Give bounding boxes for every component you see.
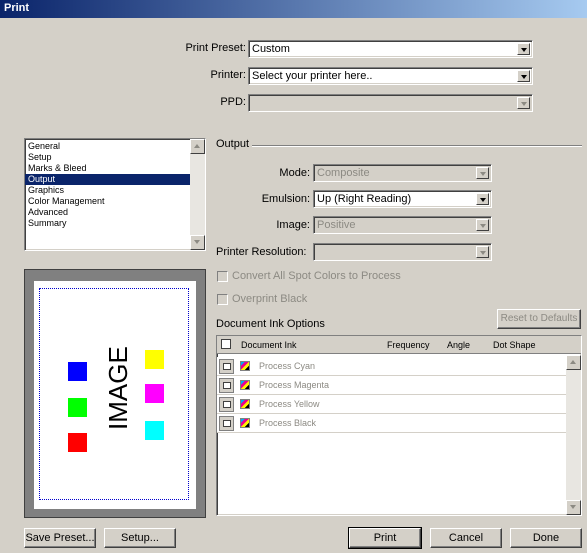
- ink-row[interactable]: Process Magenta: [217, 376, 566, 395]
- category-item-setup[interactable]: Setup: [25, 152, 205, 163]
- ink-row[interactable]: Process Black: [217, 414, 566, 433]
- chevron-down-icon[interactable]: [476, 193, 489, 205]
- chevron-down-icon: [476, 246, 489, 258]
- printer-value: Select your printer here..: [252, 70, 373, 82]
- chevron-down-icon: [476, 219, 489, 231]
- category-item-marks-bleed[interactable]: Marks & Bleed: [25, 163, 205, 174]
- scroll-up-icon[interactable]: [566, 355, 581, 370]
- ink-name: Process Magenta: [259, 380, 330, 390]
- reset-to-defaults-button: Reset to Defaults: [497, 309, 581, 329]
- col-dot-shape: Dot Shape: [493, 340, 536, 350]
- convert-spot-checkbox: [217, 271, 228, 282]
- swatch-magenta: [145, 384, 164, 403]
- process-ink-icon: [240, 361, 250, 371]
- printer-label: Printer:: [210, 69, 246, 81]
- output-divider: [252, 145, 582, 147]
- printer-icon: [223, 420, 231, 427]
- printer-select[interactable]: Select your printer here..: [248, 67, 533, 85]
- printer-resolution-label: Printer Resolution:: [216, 246, 307, 258]
- chevron-down-icon: [517, 97, 530, 109]
- convert-spot-label: Convert All Spot Colors to Process: [232, 270, 401, 282]
- printer-toggle-icon[interactable]: [219, 397, 234, 412]
- category-item-advanced[interactable]: Advanced: [25, 207, 205, 218]
- preview-image-label: IMAGE: [103, 346, 133, 430]
- chevron-down-icon[interactable]: [517, 70, 530, 82]
- swatch-red: [68, 433, 87, 452]
- emulsion-select[interactable]: Up (Right Reading): [313, 190, 492, 208]
- printer-resolution-select: [313, 243, 492, 261]
- image-select: Positive: [313, 216, 492, 234]
- printer-toggle-icon[interactable]: [219, 378, 234, 393]
- col-angle: Angle: [447, 340, 471, 350]
- ink-name: Process Cyan: [259, 361, 316, 371]
- swatch-blue: [68, 362, 87, 381]
- ink-name: Process Yellow: [259, 399, 320, 409]
- print-preset-label: Print Preset:: [185, 42, 246, 54]
- mode-label: Mode:: [279, 167, 310, 179]
- process-ink-icon: [240, 399, 250, 409]
- save-preset-button[interactable]: Save Preset...: [24, 528, 96, 548]
- printer-toggle-icon[interactable]: [219, 359, 234, 374]
- overprint-black-checkbox: [217, 294, 228, 305]
- col-frequency: Frequency: [387, 340, 430, 350]
- scroll-down-icon[interactable]: [190, 235, 205, 250]
- mode-select: Composite: [313, 164, 492, 182]
- category-item-output[interactable]: Output: [25, 174, 205, 185]
- emulsion-label: Emulsion:: [261, 193, 310, 205]
- setup-button[interactable]: Setup...: [104, 528, 176, 548]
- print-preset-value: Custom: [252, 43, 290, 55]
- printer-icon: [223, 363, 231, 370]
- ink-table[interactable]: Document Ink Frequency Angle Dot Shape P…: [216, 335, 582, 516]
- emulsion-value: Up (Right Reading): [317, 193, 412, 205]
- preview-page: IMAGE: [34, 281, 196, 509]
- chevron-down-icon[interactable]: [517, 43, 530, 55]
- printer-icon: [223, 401, 231, 408]
- category-item-color-management[interactable]: Color Management: [25, 196, 205, 207]
- swatch-green: [68, 398, 87, 417]
- printer-icon: [223, 382, 231, 389]
- output-section-title: Output: [216, 138, 250, 150]
- swatch-yellow: [145, 350, 164, 369]
- ppd-select: [248, 94, 533, 112]
- printer-toggle-icon[interactable]: [219, 416, 234, 431]
- image-label: Image:: [276, 219, 310, 231]
- ink-table-scrollbar[interactable]: [566, 355, 581, 515]
- category-item-summary[interactable]: Summary: [25, 218, 205, 229]
- process-ink-icon: [240, 380, 250, 390]
- category-list[interactable]: General Setup Marks & Bleed Output Graphics C…: [24, 138, 206, 251]
- ink-row[interactable]: Process Yellow: [217, 395, 566, 414]
- chevron-down-icon: [476, 167, 489, 179]
- ink-row[interactable]: Process Cyan: [217, 357, 566, 376]
- mode-value: Composite: [317, 167, 370, 179]
- category-scrollbar[interactable]: [190, 139, 205, 250]
- print-preview: IMAGE: [24, 269, 206, 518]
- image-value: Positive: [317, 219, 356, 231]
- window-title: Print: [4, 2, 30, 14]
- col-document-ink: Document Ink: [241, 340, 297, 350]
- ink-name: Process Black: [259, 418, 317, 428]
- ppd-label: PPD:: [220, 96, 246, 108]
- done-button[interactable]: Done: [510, 528, 582, 548]
- print-button[interactable]: Print: [348, 527, 422, 549]
- cancel-button[interactable]: Cancel: [430, 528, 502, 548]
- print-preset-select[interactable]: Custom: [248, 40, 533, 58]
- swatch-cyan: [145, 421, 164, 440]
- window-title-bar: Print: [0, 0, 587, 18]
- overprint-black-label: Overprint Black: [232, 293, 308, 305]
- ink-options-title: Document Ink Options: [216, 318, 325, 330]
- scroll-up-icon[interactable]: [190, 139, 205, 154]
- scroll-down-icon[interactable]: [566, 500, 581, 515]
- printer-icon: [221, 339, 231, 349]
- ink-table-header: Document Ink Frequency Angle Dot Shape: [217, 336, 581, 354]
- category-item-graphics[interactable]: Graphics: [25, 185, 205, 196]
- category-item-general[interactable]: General: [25, 141, 205, 152]
- process-ink-icon: [240, 418, 250, 428]
